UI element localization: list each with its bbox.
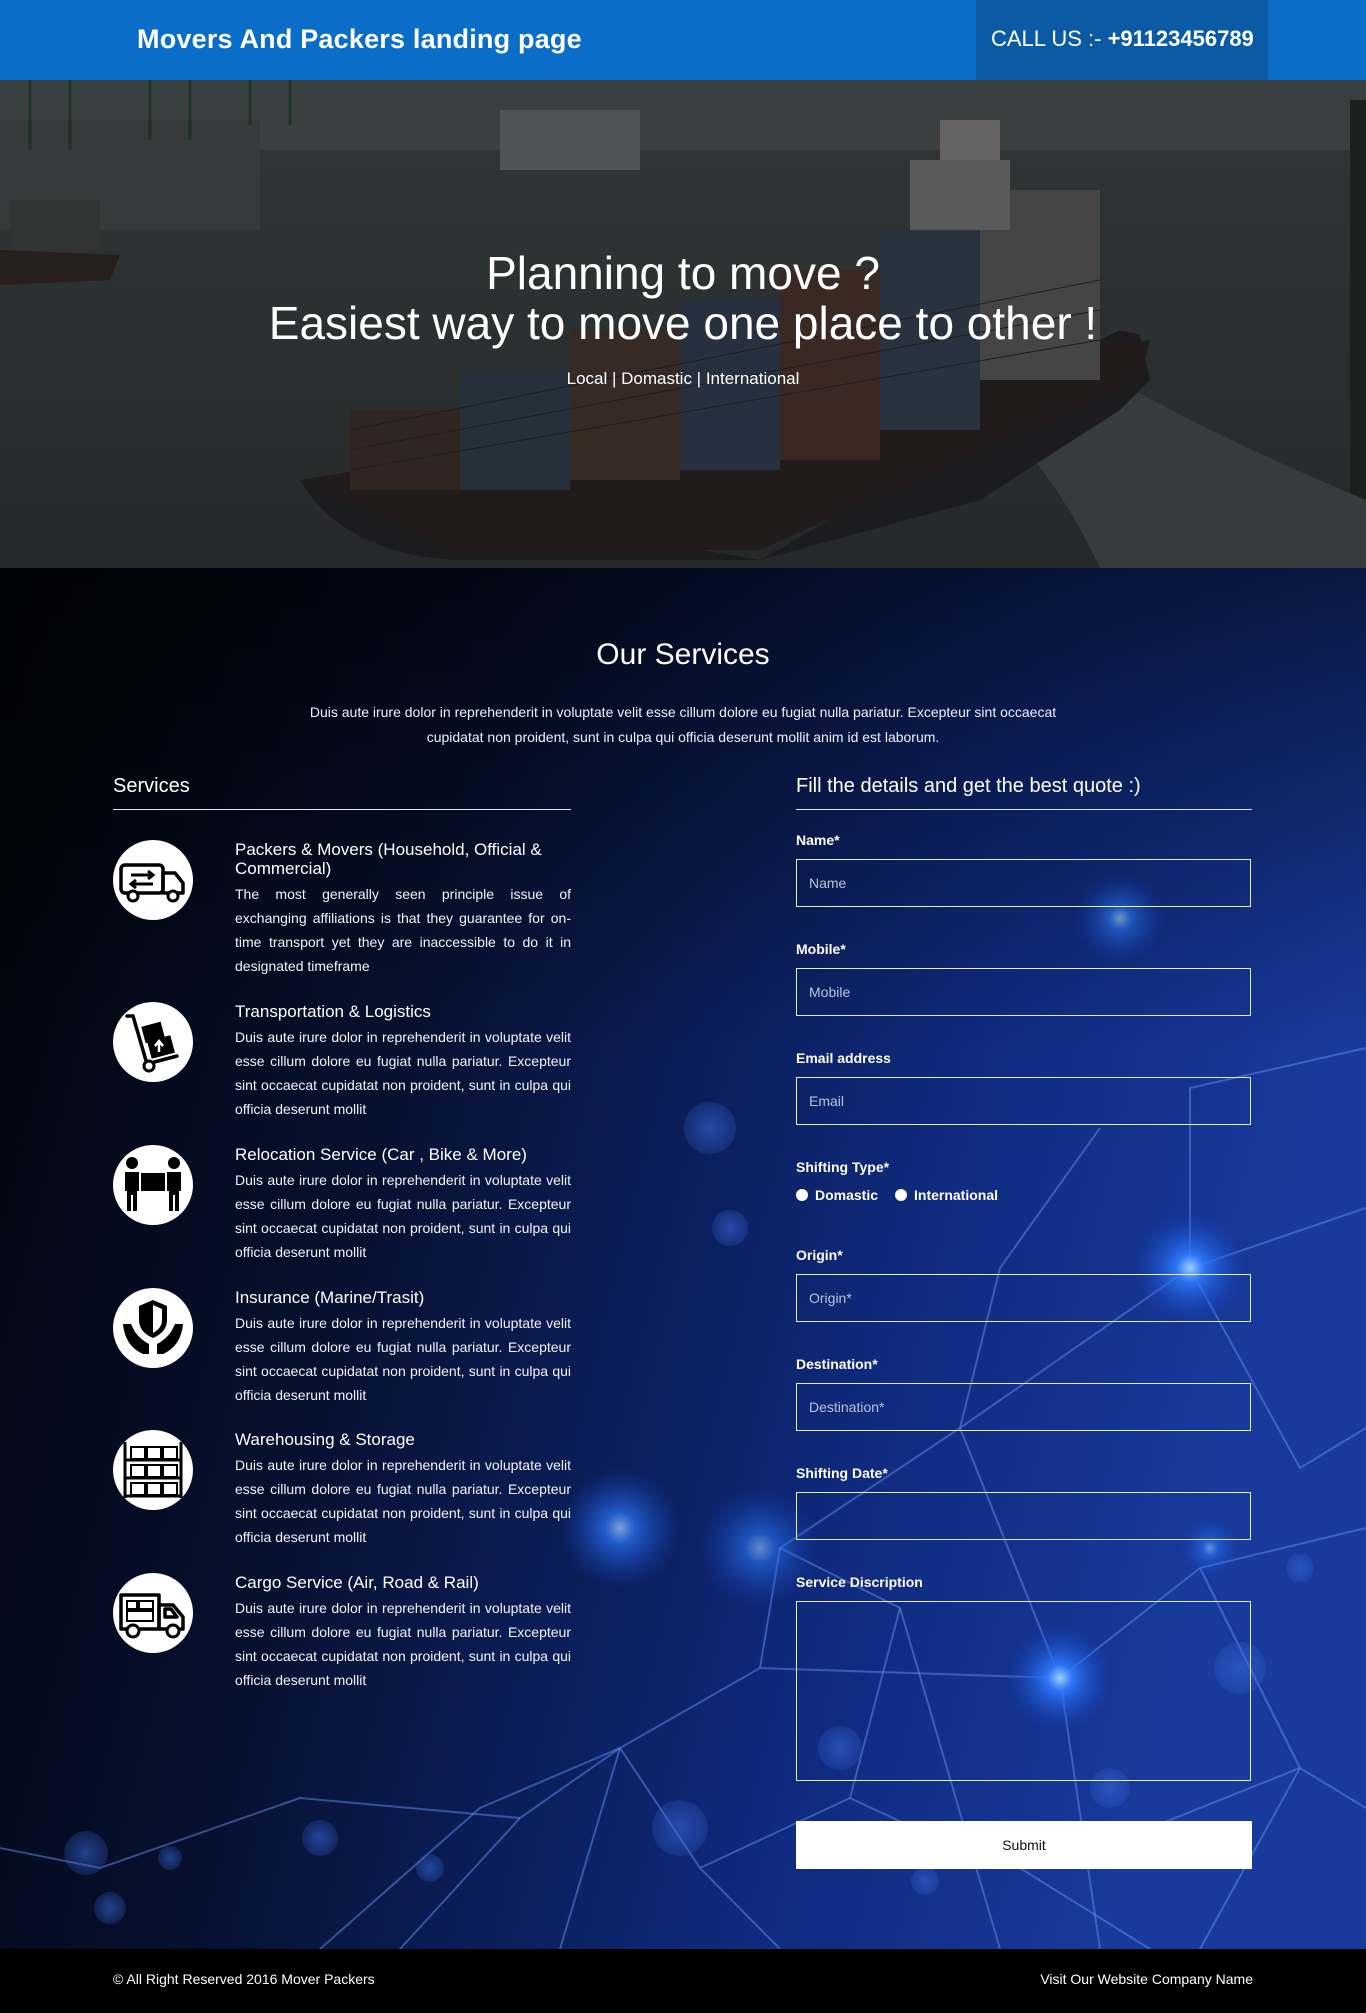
mobile-label: Mobile* <box>796 941 846 957</box>
email-input[interactable] <box>796 1077 1251 1125</box>
hand-truck-box-icon <box>113 1002 193 1082</box>
radio-domestic-dot[interactable] <box>796 1189 808 1201</box>
brand-title[interactable]: Movers And Packers landing page <box>137 24 582 55</box>
company-website-link[interactable]: Visit Our Website Company Name <box>1040 1971 1253 1987</box>
service-text: Duis aute irure dolor in reprehenderit i… <box>235 1029 571 1117</box>
service-text: Duis aute irure dolor in reprehenderit i… <box>235 1315 571 1403</box>
shifting-type-radio-group: Domastic International <box>796 1187 1096 1205</box>
cargo-truck-icon <box>113 1573 193 1653</box>
service-title: Packers & Movers (Household, Official & … <box>235 840 542 878</box>
name-input[interactable] <box>796 859 1251 907</box>
services-list-heading: Services <box>113 775 190 797</box>
section-description: Duis aute irure dolor in reprehenderit i… <box>309 704 1057 745</box>
radio-international[interactable]: International <box>895 1187 998 1203</box>
copyright-text: © All Right Reserved 2016 Mover Packers <box>113 1971 375 1987</box>
moving-truck-icon <box>113 840 193 920</box>
service-title: Relocation Service (Car , Bike & More) <box>235 1145 527 1164</box>
service-description-label: Service Discription <box>796 1574 923 1590</box>
services-divider <box>113 809 571 810</box>
form-heading: Fill the details and get the best quote … <box>796 775 1141 797</box>
origin-input[interactable] <box>796 1274 1251 1322</box>
hero-title: Planning to move ? Easiest way to move o… <box>0 248 1366 348</box>
name-label: Name* <box>796 832 840 848</box>
call-us-text: CALL US :- +91123456789 <box>991 26 1254 52</box>
service-title: Insurance (Marine/Trasit) <box>235 1288 425 1307</box>
call-us-prefix: CALL US :- <box>991 26 1108 51</box>
service-title: Transportation & Logistics <box>235 1002 431 1021</box>
hero-subtitle: Local | Domastic | International <box>566 369 800 388</box>
origin-label: Origin* <box>796 1247 843 1263</box>
mobile-input[interactable] <box>796 968 1251 1016</box>
form-divider <box>796 809 1252 810</box>
hero-banner: Planning to move ? Easiest way to move o… <box>0 80 1366 568</box>
service-text: Duis aute irure dolor in reprehenderit i… <box>235 1172 571 1260</box>
call-us-box[interactable]: CALL US :- +91123456789 <box>976 0 1268 80</box>
site-footer: © All Right Reserved 2016 Mover Packers … <box>0 1949 1366 2013</box>
destination-input[interactable] <box>796 1383 1251 1431</box>
service-text: The most generally seen principle issue … <box>235 886 571 974</box>
radio-domestic-label: Domastic <box>815 1187 879 1203</box>
services-section: Our Services Duis aute irure dolor in re… <box>0 568 1366 1949</box>
hero-title-line-2: Easiest way to move one place to other ! <box>268 297 1098 349</box>
service-text: Duis aute irure dolor in reprehenderit i… <box>235 1457 571 1545</box>
site-header: Movers And Packers landing page CALL US … <box>0 0 1366 80</box>
warehouse-shelves-icon <box>113 1430 193 1510</box>
service-title: Warehousing & Storage <box>235 1430 415 1449</box>
shifting-date-input[interactable] <box>796 1492 1251 1540</box>
shifting-date-label: Shifting Date* <box>796 1465 888 1481</box>
submit-button[interactable]: Submit <box>796 1821 1252 1869</box>
radio-international-label: International <box>914 1187 999 1203</box>
service-description-textarea[interactable] <box>796 1601 1251 1781</box>
call-us-number[interactable]: +91123456789 <box>1108 26 1254 51</box>
hero-title-line-1: Planning to move ? <box>486 247 880 299</box>
shield-hands-icon <box>113 1288 193 1368</box>
section-title: Our Services <box>596 638 770 671</box>
radio-international-dot[interactable] <box>895 1189 907 1201</box>
email-label: Email address <box>796 1050 891 1066</box>
destination-label: Destination* <box>796 1356 878 1372</box>
service-title: Cargo Service (Air, Road & Rail) <box>235 1573 479 1592</box>
people-carrying-box-icon <box>113 1145 193 1225</box>
radio-domestic[interactable]: Domastic <box>796 1187 878 1203</box>
service-text: Duis aute irure dolor in reprehenderit i… <box>235 1600 571 1688</box>
shifting-type-label: Shifting Type* <box>796 1159 890 1175</box>
